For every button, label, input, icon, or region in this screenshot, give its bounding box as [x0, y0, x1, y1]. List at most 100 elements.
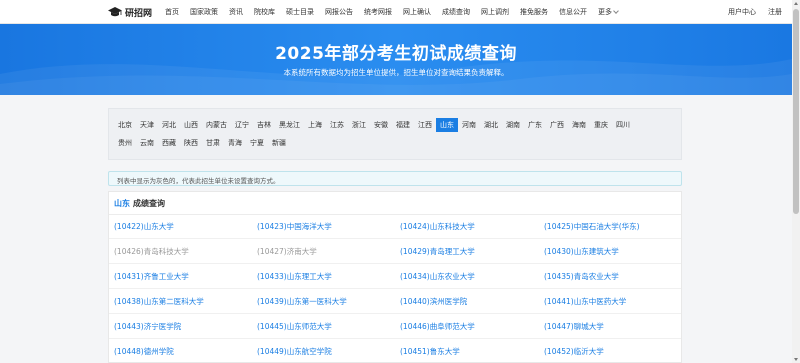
main-nav: 首页 国家政策 资讯 院校库 硕士目录 网报公告 统考网报 网上确认 成绩查询 网上调剂 推免服务 信…: [165, 0, 629, 24]
nav-more-label: 更多: [598, 8, 612, 16]
university-link[interactable]: (10441)山东中医药大学: [544, 296, 626, 307]
university-link[interactable]: (10424)山东科技大学: [400, 221, 475, 232]
province-tab[interactable]: 海南: [568, 118, 590, 132]
province-tab[interactable]: 湖北: [480, 118, 502, 132]
page-scrollbar[interactable]: [792, 0, 800, 363]
university-link[interactable]: (10425)中国石油大学(华东): [544, 221, 640, 232]
university-link[interactable]: (10431)齐鲁工业大学: [114, 271, 189, 282]
province-tab[interactable]: 内蒙古: [202, 118, 231, 132]
row-divider: [109, 263, 681, 264]
nav-item[interactable]: 推免服务: [520, 7, 548, 17]
province-tab[interactable]: 河南: [458, 118, 480, 132]
province-tab[interactable]: 上海: [304, 118, 326, 132]
page-subtitle: 本系统所有数据均为招生单位提供，招生单位对查询结果负责解释。: [283, 68, 509, 77]
nav-more[interactable]: 更多: [598, 7, 619, 17]
university-link[interactable]: (10435)青岛农业大学: [544, 271, 619, 282]
province-row-2: 贵州 云南 西藏 陕西 甘肃 青海 宁夏 新疆: [114, 136, 290, 150]
nav-item[interactable]: 国家政策: [190, 7, 218, 17]
province-tab[interactable]: 江苏: [326, 118, 348, 132]
scroll-up-arrow-icon[interactable]: [794, 2, 798, 5]
row-divider: [109, 238, 681, 239]
province-tab[interactable]: 广东: [524, 118, 546, 132]
province-tab[interactable]: 辽宁: [231, 118, 253, 132]
province-tab[interactable]: 四川: [612, 118, 634, 132]
site-logo[interactable]: 研招网: [108, 5, 152, 19]
university-link[interactable]: (10448)德州学院: [114, 346, 174, 357]
university-link[interactable]: (10446)曲阜师范大学: [400, 321, 475, 332]
results-title-suffix: 成绩查询: [133, 199, 165, 208]
province-tab[interactable]: 广西: [546, 118, 568, 132]
province-tab[interactable]: 北京: [114, 118, 136, 132]
province-tab[interactable]: 吉林: [253, 118, 275, 132]
university-link[interactable]: (10429)青岛理工大学: [400, 246, 475, 257]
nav-item[interactable]: 信息公开: [559, 7, 587, 17]
province-tab[interactable]: 湖南: [502, 118, 524, 132]
university-link[interactable]: (10438)山东第二医科大学: [114, 296, 204, 307]
province-tab[interactable]: 江西: [414, 118, 436, 132]
province-tab[interactable]: 天津: [136, 118, 158, 132]
mortarboard-icon: [108, 6, 122, 16]
row-divider: [109, 338, 681, 339]
university-link[interactable]: (10451)鲁东大学: [400, 346, 460, 357]
divider: [109, 214, 681, 215]
university-link[interactable]: (10433)山东理工大学: [257, 271, 332, 282]
province-tab[interactable]: 安徽: [370, 118, 392, 132]
user-links: 用户中心 注册: [728, 0, 782, 24]
nav-item[interactable]: 硕士目录: [286, 7, 314, 17]
province-tab[interactable]: 宁夏: [246, 136, 268, 150]
logo-text: 研招网: [125, 8, 153, 19]
province-tab[interactable]: 黑龙江: [275, 118, 304, 132]
university-link[interactable]: (10430)山东建筑大学: [544, 246, 619, 257]
province-tab[interactable]: 贵州: [114, 136, 136, 150]
scroll-thumb[interactable]: [793, 9, 799, 214]
user-center-link[interactable]: 用户中心: [728, 7, 756, 17]
province-tab[interactable]: 陕西: [180, 136, 202, 150]
university-link[interactable]: (10452)临沂大学: [544, 346, 604, 357]
results-province: 山东: [114, 199, 130, 208]
province-tab[interactable]: 重庆: [590, 118, 612, 132]
university-link[interactable]: (10434)山东农业大学: [400, 271, 475, 282]
hero-banner: 2025年部分考生初试成绩查询 本系统所有数据均为招生单位提供，招生单位对查询结…: [0, 24, 792, 95]
notice-text: 列表中显示为灰色的，代表此招生单位未设置查询方式。: [117, 177, 280, 185]
nav-item[interactable]: 首页: [165, 7, 179, 17]
nav-item[interactable]: 网上确认: [403, 7, 431, 17]
province-tab[interactable]: 山东: [436, 118, 458, 132]
province-tab[interactable]: 青海: [224, 136, 246, 150]
nav-item[interactable]: 院校库: [254, 7, 275, 17]
top-nav: 研招网 首页 国家政策 资讯 院校库 硕士目录 网报公告 统考网报 网上确认 成绩查询 网上调剂 推…: [0, 0, 792, 24]
results-panel: 山东 成绩查询 (10422)山东大学 (10423)中国海洋大学 (10424)山东…: [108, 191, 682, 363]
province-tab[interactable]: 山西: [180, 118, 202, 132]
province-tab[interactable]: 福建: [392, 118, 414, 132]
page-title: 2025年部分考生初试成绩查询: [275, 44, 517, 64]
university-link[interactable]: (10439)山东第一医科大学: [257, 296, 347, 307]
university-link[interactable]: (10447)聊城大学: [544, 321, 604, 332]
university-link[interactable]: (10445)山东师范大学: [257, 321, 332, 332]
scroll-down-arrow-icon[interactable]: [794, 358, 798, 361]
chevron-down-icon: [613, 8, 619, 14]
province-tab[interactable]: 云南: [136, 136, 158, 150]
nav-item[interactable]: 网报公告: [325, 7, 353, 17]
university-link[interactable]: (10427)济南大学: [257, 246, 317, 257]
province-row-1: 北京 天津 河北 山西 内蒙古 辽宁 吉林 黑龙江 上海 江苏 浙江 安徽 福建 江西 山东 河南 湖北 湖南 广东…: [114, 118, 634, 132]
results-heading: 山东 成绩查询: [114, 198, 165, 209]
nav-item[interactable]: 网上调剂: [481, 7, 509, 17]
province-tab[interactable]: 新疆: [268, 136, 290, 150]
university-link[interactable]: (10426)青岛科技大学: [114, 246, 189, 257]
university-link[interactable]: (10423)中国海洋大学: [257, 221, 332, 232]
register-link[interactable]: 注册: [768, 7, 782, 17]
notice-box: 列表中显示为灰色的，代表此招生单位未设置查询方式。: [108, 171, 682, 186]
province-selector: 北京 天津 河北 山西 内蒙古 辽宁 吉林 黑龙江 上海 江苏 浙江 安徽 福建 江西 山东 河南 湖北 湖南 广东…: [108, 108, 682, 160]
row-divider: [109, 313, 681, 314]
nav-item[interactable]: 资讯: [229, 7, 243, 17]
nav-item[interactable]: 统考网报: [364, 7, 392, 17]
province-tab[interactable]: 河北: [158, 118, 180, 132]
university-link[interactable]: (10440)滨州医学院: [400, 296, 467, 307]
university-link[interactable]: (10449)山东航空学院: [257, 346, 332, 357]
row-divider: [109, 288, 681, 289]
province-tab[interactable]: 浙江: [348, 118, 370, 132]
province-tab[interactable]: 甘肃: [202, 136, 224, 150]
province-tab[interactable]: 西藏: [158, 136, 180, 150]
nav-item[interactable]: 成绩查询: [442, 7, 470, 17]
university-link[interactable]: (10422)山东大学: [114, 221, 174, 232]
university-link[interactable]: (10443)济宁医学院: [114, 321, 181, 332]
